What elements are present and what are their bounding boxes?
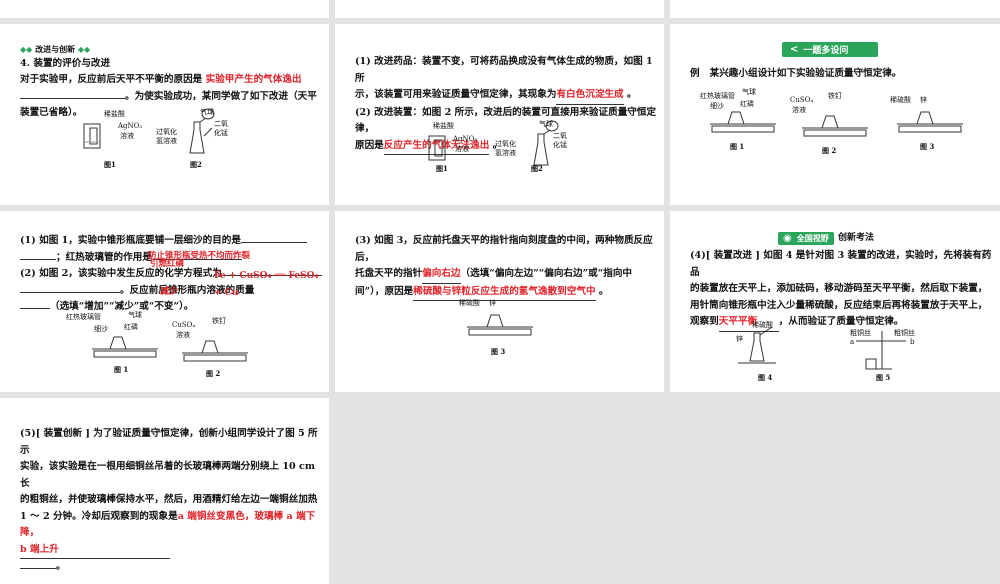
- fig1-caption: 图 1: [114, 365, 129, 374]
- fig2-label-cuso4: CuSO₄: [790, 96, 814, 104]
- share-icon: <: [790, 44, 799, 55]
- fig2-label-balloon: 气球: [200, 108, 214, 116]
- answer-7: 减少: [160, 287, 179, 297]
- fig2-caption: 图2: [531, 164, 543, 173]
- panel-top-mid-strip: [335, 0, 664, 18]
- answer-8: 偏向右边: [422, 266, 461, 284]
- example-text: 例 某兴趣小组设计如下实验验证质量守恒定律。: [690, 68, 902, 79]
- fig2-label-mno2b: 化锰: [553, 141, 567, 149]
- answer-1: 实验甲产生的气体逸出: [205, 74, 302, 85]
- fig1-label-solution: 溶液: [120, 132, 134, 140]
- fig1-label-acid: 稀盐酸: [104, 110, 125, 118]
- fig2-label-mno2b: 化锰: [214, 129, 228, 137]
- fig1-label-agno3: AgNO₃: [118, 122, 143, 130]
- fig3-label-acid: 稀硫酸: [890, 96, 911, 104]
- fig2-label-nail: 铁钉: [828, 92, 842, 100]
- slide-panel-7: (5)[ 装置创新 ] 为了验证质量守恒定律，创新小组同学设计了图 5 所示 实…: [0, 398, 329, 584]
- fig1-label-solution: 溶液: [455, 145, 469, 153]
- panel-top-left-strip: [0, 0, 329, 18]
- slide-panel-6: ◉ 全国视野 创新考法 (4)[ 装置改进 ] 如图 4 是针对图 3 装置的改…: [670, 211, 1000, 392]
- fig3-label-acid: 稀硫酸: [459, 299, 480, 307]
- fig4-label-zinc: 锌: [736, 335, 743, 343]
- fig5-label-wire-left: 粗铜丝: [850, 329, 871, 337]
- fig1-label-agno3: AgNO₃: [453, 135, 478, 143]
- fig2-label-h2o2a: 过氧化: [495, 140, 516, 148]
- answer-2: 有白色沉淀生成: [556, 87, 624, 105]
- slide-panel-2: (1) 改进药品：装置不变，可将药品换成没有气体生成的物质，如图 1 所 示，该…: [335, 24, 664, 205]
- fig1-label-acid: 稀盐酸: [433, 122, 454, 130]
- balance-fig3: [897, 111, 963, 133]
- slide-panel-5: (3) 如图 3，反应前托盘天平的指针指向刻度盘的中间，两种物质反应后， 托盘天…: [335, 211, 664, 392]
- answer-6: Fe + CuSO₄ ══ FeSO₄ + Cu: [214, 271, 319, 298]
- fig3-label-zinc: 锌: [920, 96, 927, 104]
- question-text: (3) 如图 3，反应前托盘天平的指针指向刻度盘的中间，两种物质反应后， 托盘天…: [355, 233, 660, 301]
- fig3-caption: 图 3: [491, 347, 506, 356]
- answer-5: 引燃红磷: [150, 259, 185, 269]
- fig2-caption: 图2: [190, 160, 202, 169]
- answer-12: b 端上升: [20, 542, 170, 559]
- fig1-label-balloon: 气球: [128, 311, 142, 319]
- fig5-label-b: b: [910, 338, 915, 346]
- fig5-label-a: a: [850, 338, 855, 346]
- fig1-caption: 图1: [436, 164, 448, 173]
- fig3-caption: 图 3: [920, 142, 935, 151]
- one-question-badge: < 一题多设问: [782, 42, 878, 57]
- question-heading: 4. 装置的评价与改进: [20, 58, 111, 69]
- balance-fig2: [802, 115, 868, 137]
- fig2-label-h2o2a: 过氧化: [156, 128, 177, 136]
- balance-fig3: [467, 314, 533, 336]
- panel-top-right-strip: [670, 0, 1000, 18]
- fig1-label-balloon: 气球: [742, 88, 756, 96]
- fig2-label-h2o2b: 氢溶液: [156, 137, 177, 145]
- national-view-badge: ◉ 全国视野: [778, 232, 834, 245]
- fig1-caption: 图 1: [730, 142, 745, 151]
- fig2-label-cuso4: CuSO₄: [172, 321, 196, 329]
- balance-fig1: [92, 336, 158, 358]
- balance-fig1: [710, 111, 776, 133]
- fig2-label-balloon: 气球: [539, 120, 553, 128]
- fig2-label-mno2a: 二氧: [214, 120, 228, 128]
- fig1-caption: 图1: [104, 160, 116, 169]
- fig2-caption: 图 2: [822, 146, 837, 155]
- balance-fig2: [182, 340, 248, 362]
- badge-tail: 创新考法: [838, 233, 875, 243]
- fig2-label-h2o2b: 氢溶液: [495, 149, 516, 157]
- fig5-label-wire-right: 粗铜丝: [894, 329, 915, 337]
- fig2-label-mno2a: 二氧: [553, 132, 567, 140]
- slide-panel-1: ◆◆ 改进与创新 ◆◆ 4. 装置的评价与改进 对于实验甲，反应前后天平不平衡的…: [0, 24, 329, 205]
- fig2-label-nail: 铁钉: [212, 317, 226, 325]
- fig4-caption: 图 4: [758, 373, 773, 382]
- question-text: (4)[ 装置改进 ] 如图 4 是针对图 3 装置的改进，实验时，先将装有药品…: [690, 248, 995, 332]
- fig1-label-tube: 红热玻璃管: [700, 92, 735, 100]
- fig2-caption: 图 2: [206, 369, 221, 378]
- slide-panel-3: < 一题多设问 例 某兴趣小组设计如下实验验证质量守恒定律。 红热玻璃管 气球 …: [670, 24, 1000, 205]
- fig1-label-tube: 红热玻璃管: [66, 313, 101, 321]
- fig4-label-acid: 稀硫酸: [752, 321, 773, 329]
- slide-panel-4: (1) 如图 1，实验中锥形瓶底要铺一层细沙的目的是 ；红热玻璃管的作用是 (2…: [0, 211, 329, 392]
- fig5-caption: 图 5: [876, 373, 891, 382]
- answer-9: 稀硫酸与锌粒反应生成的氢气逸散到空气中: [413, 284, 596, 301]
- question-text: (5)[ 装置创新 ] 为了验证质量守恒定律，创新小组同学设计了图 5 所示 实…: [20, 428, 318, 572]
- eye-icon: ◉: [783, 233, 792, 244]
- fig3-label-zinc: 锌: [489, 299, 496, 307]
